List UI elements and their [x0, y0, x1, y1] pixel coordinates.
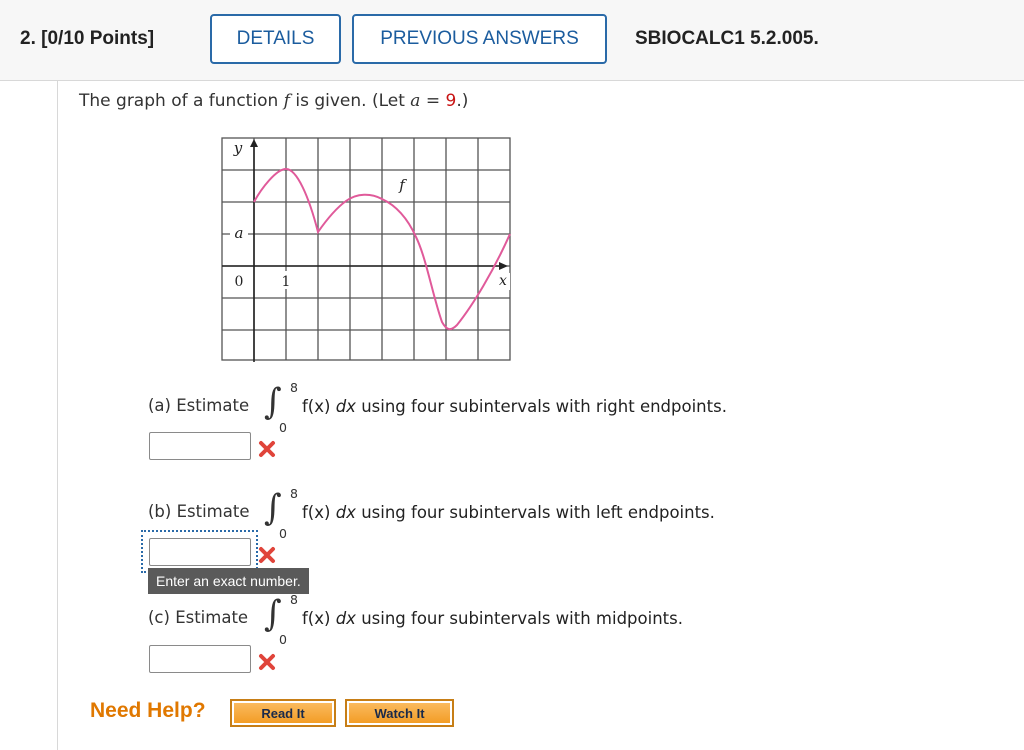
integrand-dx: dx: [335, 609, 356, 628]
question-number: 2.: [20, 28, 36, 49]
input-hint-tooltip: Enter an exact number.: [148, 568, 309, 594]
question-title: 2. [0/10 Points]: [20, 28, 154, 50]
read-it-button[interactable]: Read It: [230, 699, 336, 727]
integrand-dx: dx: [335, 503, 356, 522]
upper-limit: 8: [290, 592, 298, 607]
watch-it-button[interactable]: Watch It: [345, 699, 454, 727]
part-b-integrand: f(x) dx using four subintervals with lef…: [302, 503, 715, 522]
part-c-label: (c) Estimate: [148, 608, 249, 627]
lower-limit: 0: [279, 526, 287, 541]
details-button[interactable]: DETAILS: [210, 14, 341, 64]
function-graph: y f a 0 1 x: [221, 137, 511, 362]
prompt-equals: =: [420, 91, 446, 111]
integral-sign-icon: ∫: [264, 381, 282, 423]
integral-sign-icon: ∫: [264, 487, 282, 529]
integral-sign-icon: ∫: [264, 593, 282, 635]
integrand-fx: f(x): [302, 397, 331, 416]
previous-answers-button[interactable]: PREVIOUS ANSWERS: [352, 14, 607, 64]
integrand-fx: f(x): [302, 609, 331, 628]
incorrect-x-icon: [259, 547, 275, 563]
y-axis-label: y: [233, 139, 243, 157]
part-c-description: using four subintervals with midpoints.: [355, 609, 683, 628]
x-axis-label: x: [499, 273, 507, 289]
incorrect-x-icon: [259, 441, 275, 457]
integrand-dx: dx: [335, 397, 356, 416]
question-header: 2. [0/10 Points] DETAILS PREVIOUS ANSWER…: [0, 0, 1024, 81]
origin-label: 0: [235, 274, 244, 290]
upper-limit: 8: [290, 380, 298, 395]
prompt-text-mid: is given. (Let: [289, 91, 411, 111]
question-points: [0/10 Points]: [41, 28, 155, 49]
integrand-fx: f(x): [302, 503, 331, 522]
part-c-integrand: f(x) dx using four subintervals with mid…: [302, 609, 683, 628]
a-tick-label: a: [235, 224, 244, 242]
part-b-answer-input[interactable]: [149, 538, 251, 566]
prompt-text: The graph of a function: [79, 91, 284, 111]
question-code: SBIOCALC1 5.2.005.: [635, 28, 819, 49]
question-prompt: The graph of a function f is given. (Let…: [79, 91, 468, 111]
part-a-answer-input[interactable]: [149, 432, 251, 460]
prompt-value: 9: [445, 91, 457, 111]
part-a-label: (a) Estimate: [148, 396, 250, 415]
x-one-label: 1: [282, 274, 291, 290]
graph-axes: [222, 139, 508, 362]
part-c-answer-input[interactable]: [149, 645, 251, 673]
need-help-label: Need Help?: [90, 699, 206, 722]
part-a-integrand: f(x) dx using four subintervals with rig…: [302, 397, 727, 416]
graph-grid: [221, 137, 511, 361]
curve-label: f: [398, 176, 407, 194]
lower-limit: 0: [279, 632, 287, 647]
content-left-border: [57, 81, 58, 750]
prompt-variable: a: [410, 91, 421, 111]
prompt-text-end: .): [456, 91, 469, 111]
lower-limit: 0: [279, 420, 287, 435]
upper-limit: 8: [290, 486, 298, 501]
part-b-label: (b) Estimate: [148, 502, 250, 521]
part-a-description: using four subintervals with right endpo…: [355, 397, 727, 416]
incorrect-x-icon: [259, 654, 275, 670]
part-b-description: using four subintervals with left endpoi…: [355, 503, 715, 522]
